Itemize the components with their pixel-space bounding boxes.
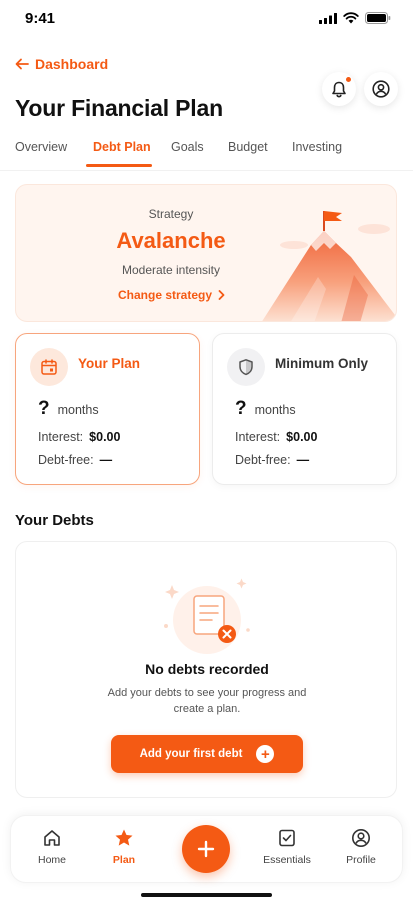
nav-essentials-label: Essentials: [263, 854, 311, 866]
tabs-divider: [0, 170, 413, 171]
your-plan-card[interactable]: Your Plan ? months Interest: $0.00 Debt-…: [15, 333, 200, 485]
plan-icon-wrap: [227, 348, 265, 386]
debt-free-label: Debt-free:: [38, 453, 94, 467]
debt-free-label: Debt-free:: [235, 453, 291, 467]
months-value: ?: [235, 398, 247, 419]
chevron-right-icon: [218, 290, 225, 300]
plus-circle-icon: +: [256, 745, 275, 763]
debt-free-row: Debt-free: —: [235, 453, 309, 467]
nav-plan[interactable]: Plan: [89, 828, 159, 866]
plan-months: ? months: [235, 398, 296, 420]
tab-goals[interactable]: Goals: [171, 140, 204, 154]
add-fab-button[interactable]: [182, 825, 230, 873]
interest-row: Interest: $0.00: [38, 430, 120, 444]
nav-home-label: Home: [37, 854, 66, 866]
status-time: 9:41: [25, 10, 56, 27]
active-tab-indicator: [86, 164, 152, 167]
star-icon: [115, 829, 133, 846]
debt-free-value: —: [296, 453, 310, 467]
tab-overview[interactable]: Overview: [15, 140, 67, 154]
plan-months: ? months: [38, 398, 99, 420]
calendar-icon: [41, 359, 57, 375]
change-strategy-link[interactable]: Change strategy: [118, 288, 225, 302]
nav-plan-label: Plan: [112, 854, 136, 866]
empty-state-title: No debts recorded: [145, 661, 269, 677]
bell-icon: [332, 81, 346, 97]
user-circle-icon: [352, 829, 370, 847]
plan-tabs: Overview Debt Plan Goals Budget Investin…: [0, 140, 413, 170]
add-first-debt-label: Add your first debt: [139, 748, 243, 760]
nav-essentials[interactable]: Essentials: [252, 828, 322, 866]
debt-free-value: —: [99, 453, 113, 467]
cellular-signal-icon: [319, 12, 337, 24]
checklist-icon: [279, 829, 295, 847]
arrow-left-icon: [15, 58, 29, 70]
notification-dot: [345, 76, 352, 83]
back-link-label: Dashboard: [35, 56, 109, 72]
tab-debt-plan[interactable]: Debt Plan: [93, 140, 151, 154]
plan-icon-wrap: [30, 348, 68, 386]
months-value: ?: [38, 398, 50, 419]
your-debts-heading: Your Debts: [15, 512, 94, 529]
tab-budget[interactable]: Budget: [228, 140, 268, 154]
wifi-icon: [343, 12, 359, 24]
months-unit: months: [254, 403, 296, 417]
months-unit: months: [57, 403, 99, 417]
home-indicator: [141, 893, 272, 897]
empty-state-description: Add your debts to see your progress and …: [107, 687, 307, 715]
interest-value: $0.00: [286, 430, 318, 444]
debt-free-row: Debt-free: —: [38, 453, 112, 467]
add-first-debt-button[interactable]: Add your first debt +: [111, 735, 303, 773]
plan-title: Minimum Only: [275, 356, 369, 371]
interest-value: $0.00: [89, 430, 121, 444]
nav-home[interactable]: Home: [17, 828, 87, 866]
user-circle-icon: [372, 80, 390, 98]
notifications-button[interactable]: [322, 72, 356, 106]
tab-investing[interactable]: Investing: [292, 140, 342, 154]
nav-profile-label: Profile: [346, 854, 376, 866]
minimum-only-card[interactable]: Minimum Only ? months Interest: $0.00 De…: [212, 333, 397, 485]
status-bar: 9:41: [0, 0, 413, 40]
empty-document-illustration: [164, 578, 250, 654]
strategy-card: Strategy Avalanche Moderate intensity Ch…: [15, 184, 397, 322]
status-icons: [319, 12, 391, 24]
shield-icon: [239, 359, 253, 376]
plan-title: Your Plan: [78, 356, 141, 371]
interest-label: Interest:: [38, 430, 84, 444]
interest-row: Interest: $0.00: [235, 430, 317, 444]
page-title: Your Financial Plan: [15, 95, 223, 121]
back-to-dashboard-link[interactable]: Dashboard: [15, 56, 108, 72]
mountain-flag-illustration: [262, 211, 396, 321]
account-button[interactable]: [364, 72, 398, 106]
debts-empty-state-card: No debts recorded Add your debts to see …: [15, 541, 397, 798]
nav-profile[interactable]: Profile: [326, 828, 396, 866]
battery-icon: [365, 12, 391, 24]
home-icon: [44, 830, 60, 846]
change-strategy-label: Change strategy: [118, 288, 213, 302]
plus-icon: [197, 840, 215, 858]
interest-label: Interest:: [235, 430, 281, 444]
